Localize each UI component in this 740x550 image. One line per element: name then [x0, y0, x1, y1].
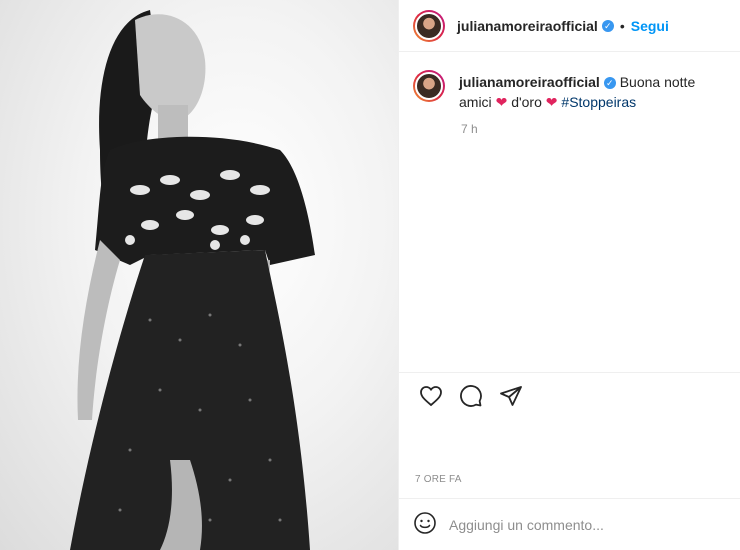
like-heart-icon[interactable]: [411, 376, 451, 416]
avatar[interactable]: [413, 9, 445, 42]
post-timestamp[interactable]: 7 ORE FA: [399, 474, 740, 498]
caption-username[interactable]: julianamoreiraofficial: [459, 74, 600, 90]
likes-area: [399, 419, 740, 474]
separator-dot: •: [619, 17, 625, 34]
instagram-post: julianamoreiraofficial ✓ • Segui juliana…: [0, 0, 740, 550]
photo-illustration: [70, 10, 315, 550]
caption-avatar[interactable]: [413, 70, 445, 102]
heart-emoji-icon-2: ❤: [545, 94, 558, 110]
emoji-icon[interactable]: [413, 511, 437, 538]
comment-icon[interactable]: [451, 376, 491, 416]
header-username[interactable]: julianamoreiraofficial: [457, 18, 598, 34]
caption-time: 7 h: [461, 122, 478, 136]
heart-emoji-icon: ❤: [495, 94, 508, 110]
caption-text: julianamoreiraofficial ✓ Buona notte amic…: [459, 70, 726, 112]
action-bar: [399, 373, 740, 419]
post-photo[interactable]: [0, 0, 399, 550]
comments-section: julianamoreiraofficial ✓ Buona notte amic…: [399, 52, 740, 373]
caption-verified-badge-icon: ✓: [603, 77, 616, 90]
post-sidebar: julianamoreiraofficial ✓ • Segui juliana…: [399, 0, 740, 550]
comment-input[interactable]: [449, 516, 689, 533]
comment-box: [399, 498, 740, 550]
share-icon[interactable]: [491, 376, 531, 416]
follow-button[interactable]: Segui: [631, 18, 669, 34]
post-header: julianamoreiraofficial ✓ • Segui: [399, 0, 740, 52]
caption: julianamoreiraofficial ✓ Buona notte amic…: [413, 70, 726, 112]
hashtag-link[interactable]: #Stoppeiras: [561, 94, 636, 110]
caption-message-2: d'oro: [511, 94, 542, 110]
verified-badge-icon: ✓: [601, 19, 614, 32]
